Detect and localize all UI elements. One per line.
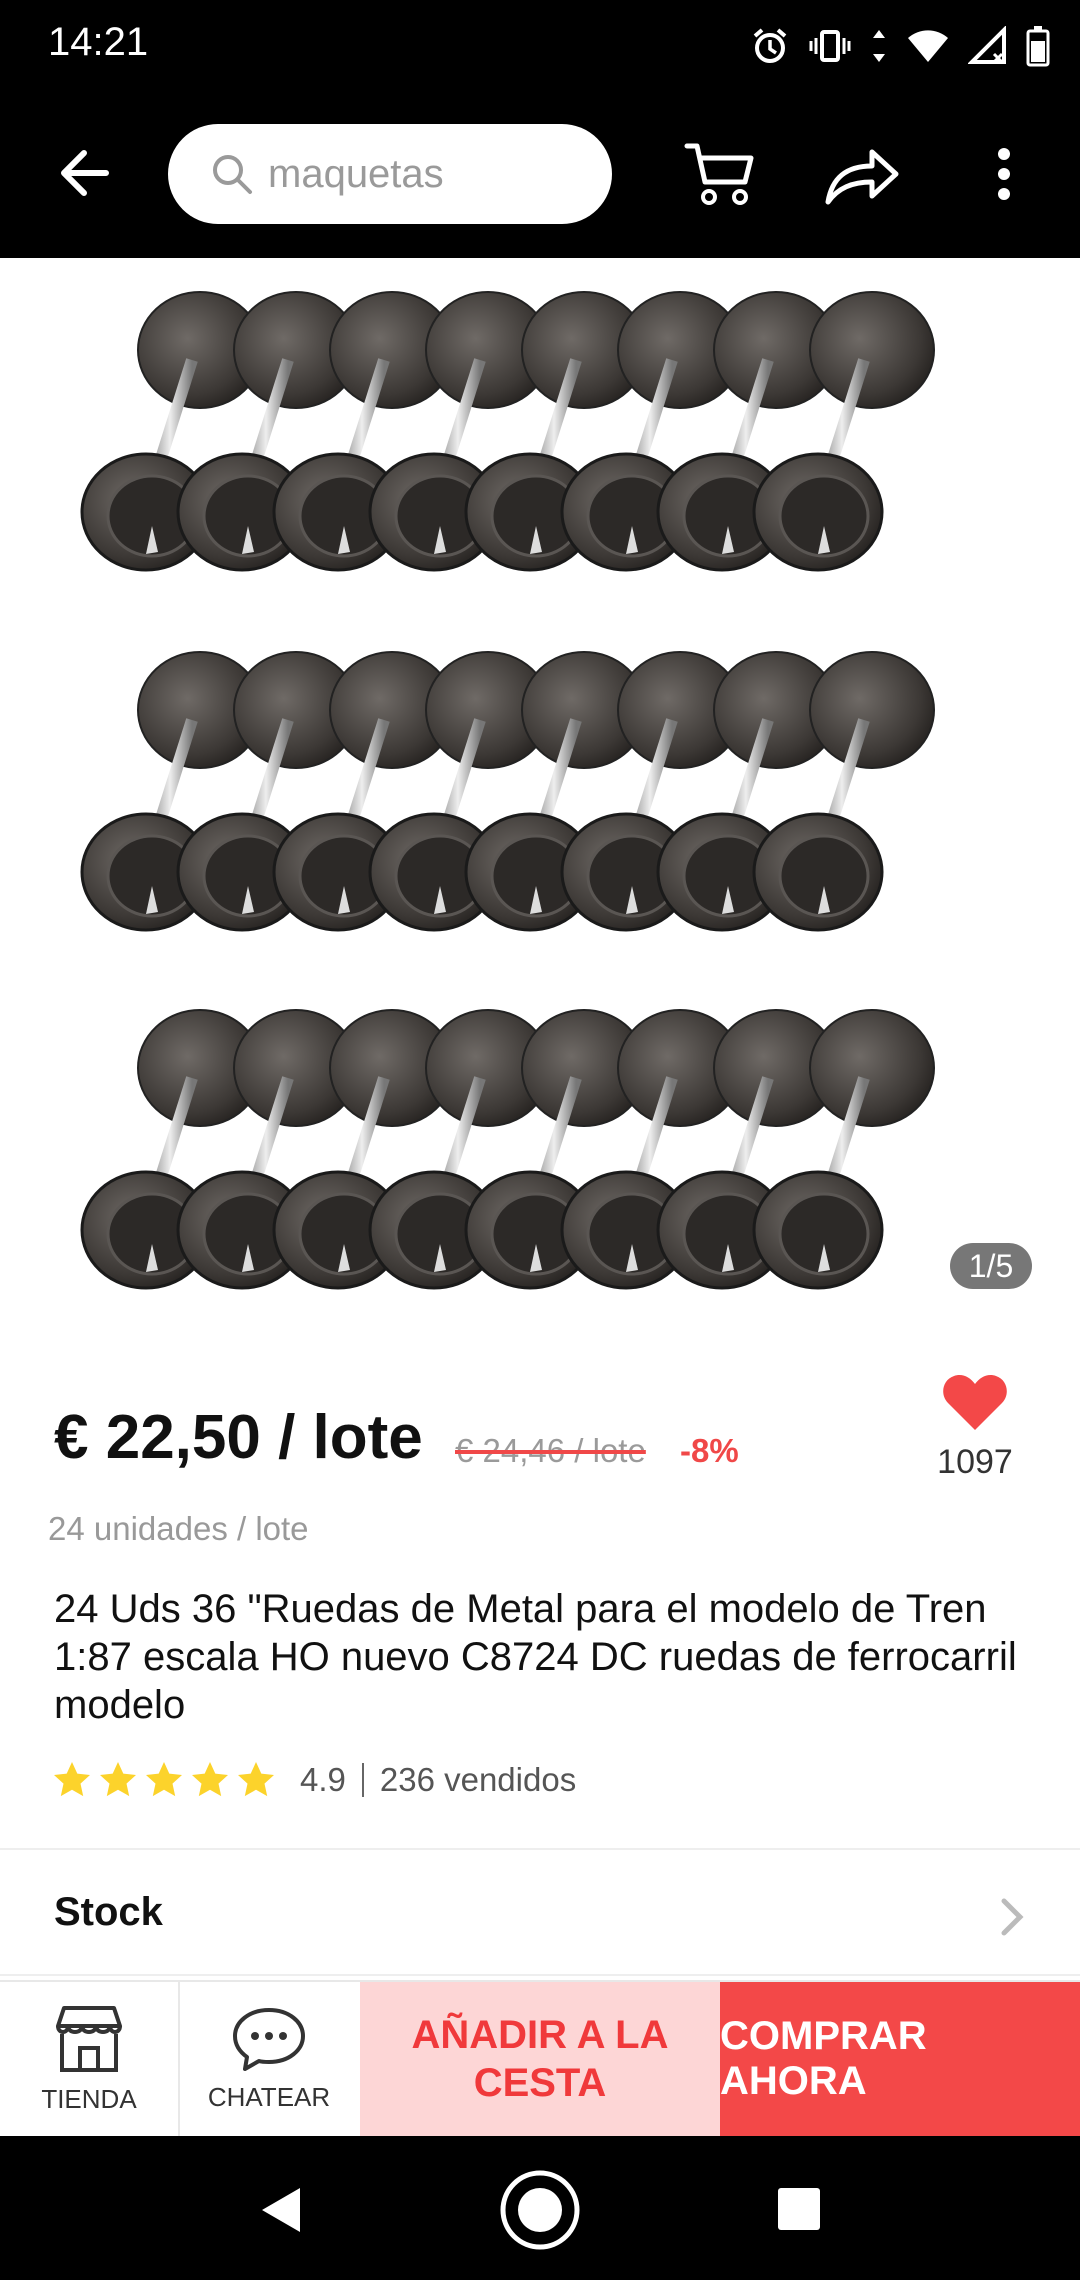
star-icon xyxy=(100,1762,136,1797)
signal-icon xyxy=(968,26,1006,64)
alarm-icon xyxy=(753,28,787,63)
units-per-lot: 24 unidades / lote xyxy=(48,1510,309,1547)
gallery-indicator: 1/5 xyxy=(950,1243,1032,1289)
rating-value: 4.9 xyxy=(300,1761,346,1798)
store-label: TIENDA xyxy=(41,2083,137,2114)
status-time: 14:21 xyxy=(48,20,149,64)
share-icon[interactable] xyxy=(824,146,900,206)
chat-label: CHATEAR xyxy=(207,2081,331,2112)
buy-now-button[interactable]: COMPRAR AHORA xyxy=(720,1982,1080,2136)
rating-divider xyxy=(361,1763,364,1797)
current-price: € 22,50 / lote xyxy=(54,1403,423,1472)
chat-button[interactable]: CHATEAR xyxy=(180,1982,358,2136)
store-icon xyxy=(56,2005,122,2072)
chat-icon xyxy=(233,2007,305,2071)
train-wheels-photo xyxy=(0,258,1080,1348)
add-to-cart-button[interactable]: AÑADIR A LA CESTA xyxy=(360,1982,720,2136)
status-icons xyxy=(750,20,1050,72)
nav-recents-icon[interactable] xyxy=(776,2186,822,2232)
product-title: 24 Uds 36 "Ruedas de Metal para el model… xyxy=(54,1587,1017,1727)
stock-label[interactable]: Stock xyxy=(54,1890,163,1935)
chevron-right-icon[interactable] xyxy=(998,1895,1026,1939)
search-box[interactable]: maquetas xyxy=(168,124,612,224)
wishlist-count: 1097 xyxy=(937,1443,1013,1481)
discount-badge: -8% xyxy=(680,1432,739,1469)
back-arrow-icon[interactable] xyxy=(56,147,112,199)
cart-icon[interactable] xyxy=(684,140,754,208)
wifi-icon xyxy=(908,30,948,62)
star-icon xyxy=(54,1762,90,1797)
star-icon xyxy=(146,1762,182,1797)
heart-icon[interactable] xyxy=(942,1372,1008,1432)
vibrate-icon xyxy=(809,30,851,62)
sold-count: 236 vendidos xyxy=(379,1761,577,1798)
divider xyxy=(0,1848,1080,1850)
nav-home-icon[interactable] xyxy=(498,2168,582,2252)
star-icon xyxy=(238,1762,274,1797)
more-menu-icon[interactable] xyxy=(994,146,1014,202)
search-input[interactable]: maquetas xyxy=(268,152,444,197)
nav-back-icon[interactable] xyxy=(256,2184,304,2236)
store-button[interactable]: TIENDA xyxy=(0,1982,178,2136)
product-image[interactable] xyxy=(0,258,1080,1348)
rating-row: 4.9 236 vendidos xyxy=(52,1760,576,1800)
battery-icon xyxy=(1026,26,1050,67)
data-arrows-icon xyxy=(873,30,885,62)
star-icon xyxy=(192,1762,228,1797)
original-price: € 24,46 / lote xyxy=(455,1432,646,1469)
wishlist-button[interactable]: 1097 xyxy=(905,1372,1045,1482)
rating-stars xyxy=(52,1760,276,1800)
search-icon xyxy=(213,155,252,194)
divider xyxy=(0,1974,1080,1976)
